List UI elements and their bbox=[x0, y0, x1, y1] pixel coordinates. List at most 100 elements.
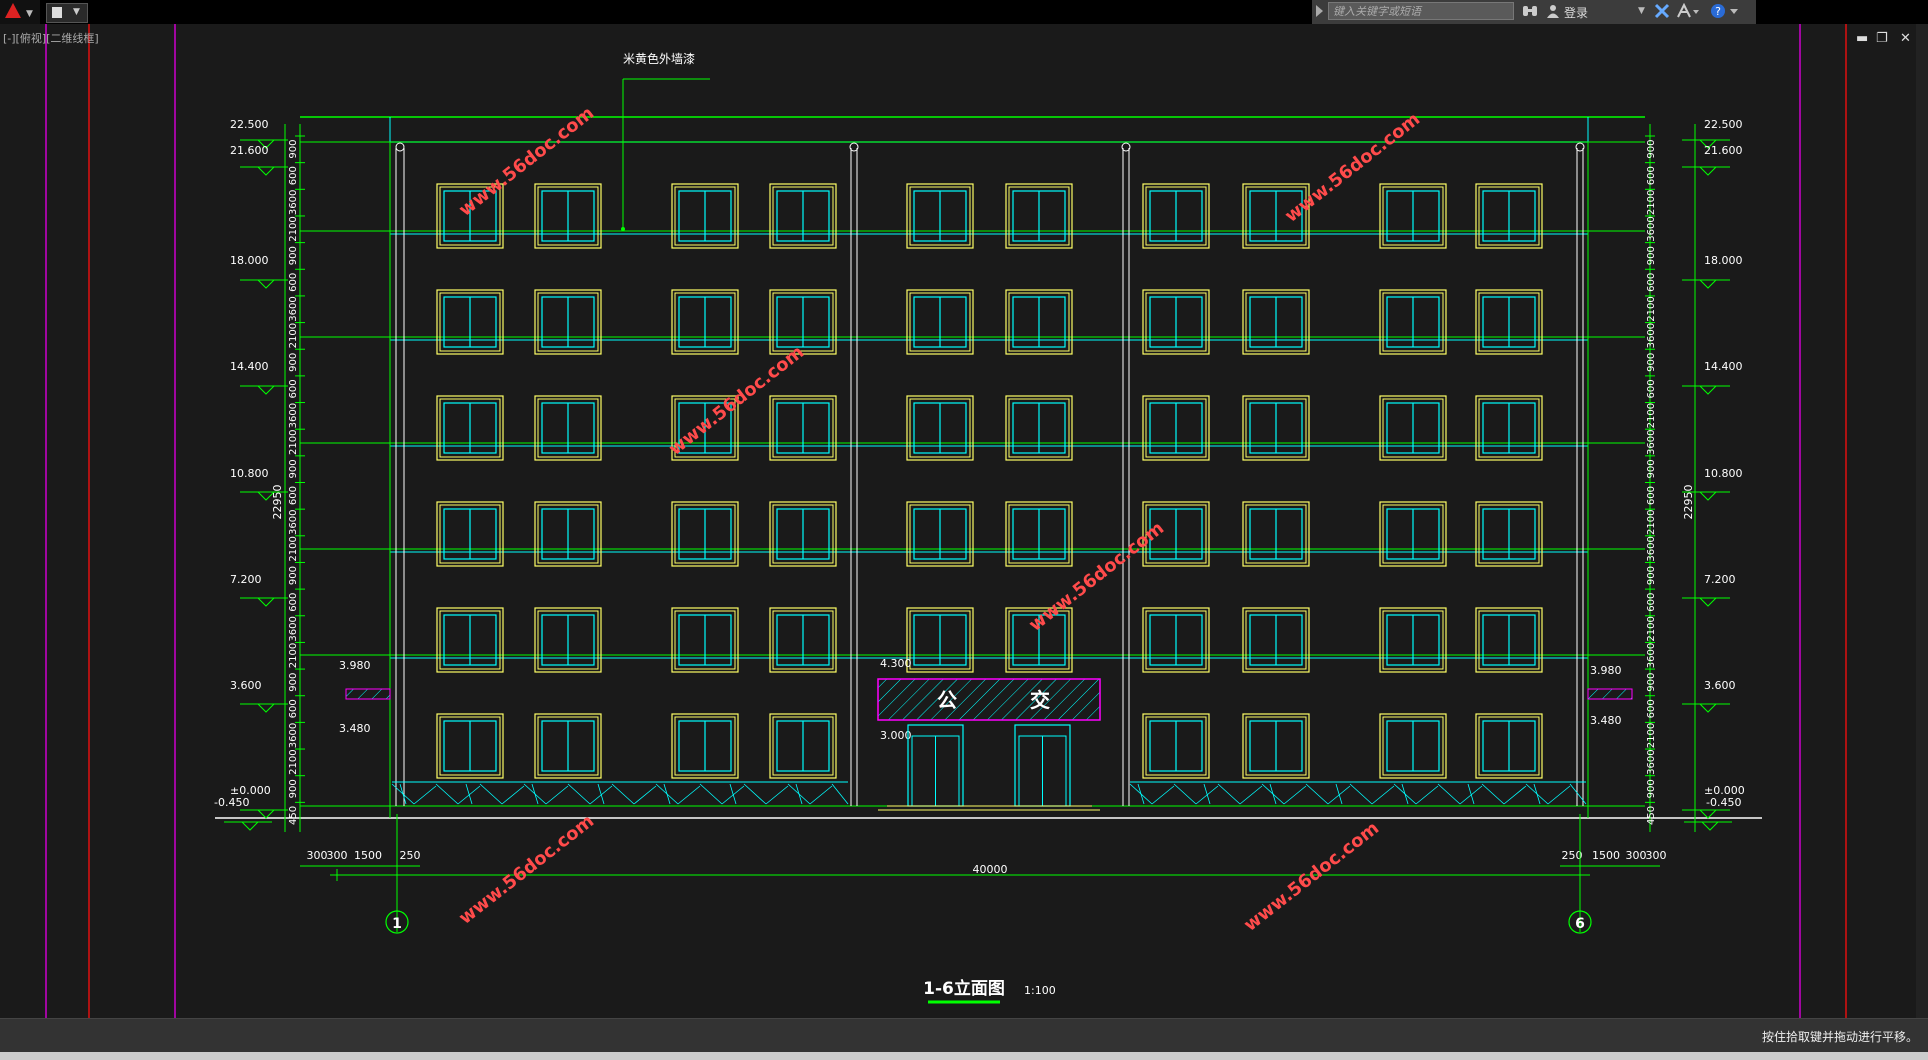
dimension-value: 600 bbox=[1646, 379, 1657, 398]
expand-search-icon[interactable] bbox=[1316, 5, 1323, 17]
base-stone bbox=[1269, 783, 1277, 805]
elevation-value: 7.200 bbox=[230, 573, 262, 586]
window bbox=[1242, 501, 1310, 567]
dimension-value: 2100 bbox=[288, 749, 299, 774]
dimension-value: 900 bbox=[288, 459, 299, 478]
dimension-value: 3600 bbox=[1646, 749, 1657, 774]
elevation-triangle bbox=[1698, 385, 1718, 395]
autocad-logo-icon bbox=[5, 3, 21, 18]
elevation-triangle bbox=[240, 821, 260, 831]
window bbox=[1005, 183, 1073, 249]
elevation-value: 22.500 bbox=[1704, 118, 1743, 131]
dimension-value: 2100 bbox=[1646, 296, 1657, 321]
window bbox=[769, 183, 837, 249]
dimension-value: 900 bbox=[1646, 246, 1657, 265]
dimension-value: 3600 bbox=[1646, 536, 1657, 561]
title-bar: ▼ ▼ 登录 ▼ ? bbox=[0, 0, 1928, 24]
base-stone bbox=[1349, 783, 1373, 805]
viewport-controls-label[interactable]: [-][俯视][二维线框] bbox=[3, 30, 99, 46]
window bbox=[534, 183, 602, 249]
window bbox=[534, 289, 602, 355]
window bbox=[1142, 395, 1210, 461]
dimension-value: 3600 bbox=[288, 616, 299, 641]
elevation-value: 3.600 bbox=[1704, 679, 1736, 692]
minimize-icon[interactable]: ▬ bbox=[1856, 31, 1868, 46]
pilaster-cap bbox=[849, 142, 859, 152]
elevation-value: -0.450 bbox=[1706, 796, 1741, 809]
user-icon[interactable] bbox=[1546, 4, 1560, 18]
pilaster-cap bbox=[1121, 142, 1131, 152]
window bbox=[1475, 607, 1543, 673]
search-input[interactable] bbox=[1328, 2, 1514, 20]
drawing-canvas[interactable]: 公 交 4.300 3.000 3.980 3.480 3.980 3.480 米黄色外墙漆 2… bbox=[0, 24, 1916, 1018]
window bbox=[671, 289, 739, 355]
login-label[interactable]: 登录 bbox=[1564, 4, 1588, 21]
dimension-value: 3600 bbox=[288, 296, 299, 321]
dimension-value: 3600 bbox=[1646, 643, 1657, 668]
dimension-value: 300 bbox=[1626, 849, 1647, 862]
dimension-value: 2100 bbox=[1646, 510, 1657, 535]
base-stone bbox=[1283, 785, 1307, 805]
base-stone bbox=[545, 785, 569, 805]
elevation-value: 18.000 bbox=[1704, 254, 1743, 267]
infocenter-toolbar: 登录 ▼ ? bbox=[1312, 0, 1756, 24]
sign-character: 交 bbox=[1030, 688, 1050, 712]
elevation-triangle bbox=[1698, 809, 1718, 819]
dimension-value: 250 bbox=[400, 849, 421, 862]
dimension-value: 3600 bbox=[1646, 430, 1657, 455]
dimension-value: 2100 bbox=[1646, 616, 1657, 641]
elevation-triangle bbox=[256, 279, 276, 289]
dimension-value: 3600 bbox=[1646, 323, 1657, 348]
window bbox=[1379, 289, 1447, 355]
elevation-mark: 7.200 bbox=[1682, 573, 1736, 607]
drawing-scale: 1:100 bbox=[1024, 984, 1056, 997]
leader-dot bbox=[621, 227, 625, 231]
a360-icon[interactable] bbox=[1676, 3, 1700, 19]
chevron-down-icon[interactable]: ▼ bbox=[1638, 6, 1645, 16]
drawing-window-controls: ▬ ❐ ✕ bbox=[1856, 31, 1926, 47]
elevation-value: -0.450 bbox=[214, 796, 249, 809]
dimension-value: 900 bbox=[1646, 566, 1657, 585]
chevron-down-icon: ▼ bbox=[73, 7, 80, 17]
base-stone bbox=[1335, 783, 1343, 805]
total-height-value: 22950 bbox=[1682, 485, 1695, 520]
dimension-value: 900 bbox=[1646, 459, 1657, 478]
dimension-value: 600 bbox=[288, 273, 299, 292]
base-stone bbox=[743, 783, 767, 805]
restore-icon[interactable]: ❐ bbox=[1876, 31, 1888, 46]
window bbox=[906, 289, 974, 355]
close-icon[interactable]: ✕ bbox=[1900, 31, 1911, 46]
help-icon[interactable]: ? bbox=[1710, 3, 1740, 19]
window bbox=[1142, 713, 1210, 779]
window bbox=[1475, 183, 1543, 249]
elevation-mark: 14.400 bbox=[1682, 360, 1743, 395]
elevation-triangle bbox=[1700, 821, 1720, 831]
dimension-value: 900 bbox=[288, 566, 299, 585]
window bbox=[769, 289, 837, 355]
chevron-down-icon: ▼ bbox=[26, 9, 33, 19]
elevation-mark: 18.000 bbox=[1682, 254, 1743, 289]
dimension-value: 2100 bbox=[1646, 403, 1657, 428]
base-stone bbox=[765, 785, 789, 805]
pilaster-cap bbox=[1575, 142, 1585, 152]
window bbox=[534, 607, 602, 673]
canopy-sign bbox=[877, 678, 1101, 721]
quick-access-toolbar-button[interactable]: ▼ bbox=[46, 3, 88, 23]
dimension-value: 300 bbox=[307, 849, 328, 862]
stone-base bbox=[391, 781, 1587, 805]
elevation-value: 14.400 bbox=[1704, 360, 1743, 373]
window bbox=[1475, 713, 1543, 779]
application-menu-button[interactable]: ▼ bbox=[0, 0, 40, 24]
exchange-apps-icon[interactable] bbox=[1654, 3, 1670, 19]
elevation-mark: 21.600 bbox=[1682, 144, 1743, 176]
elevation-triangle bbox=[1698, 166, 1718, 176]
window bbox=[1242, 713, 1310, 779]
window bbox=[436, 607, 504, 673]
window bbox=[436, 289, 504, 355]
dimension-value: 600 bbox=[1646, 699, 1657, 718]
binoculars-icon[interactable] bbox=[1522, 4, 1538, 18]
window bbox=[1142, 289, 1210, 355]
base-stone bbox=[465, 783, 473, 805]
window bbox=[436, 501, 504, 567]
side-canopy bbox=[345, 688, 391, 700]
